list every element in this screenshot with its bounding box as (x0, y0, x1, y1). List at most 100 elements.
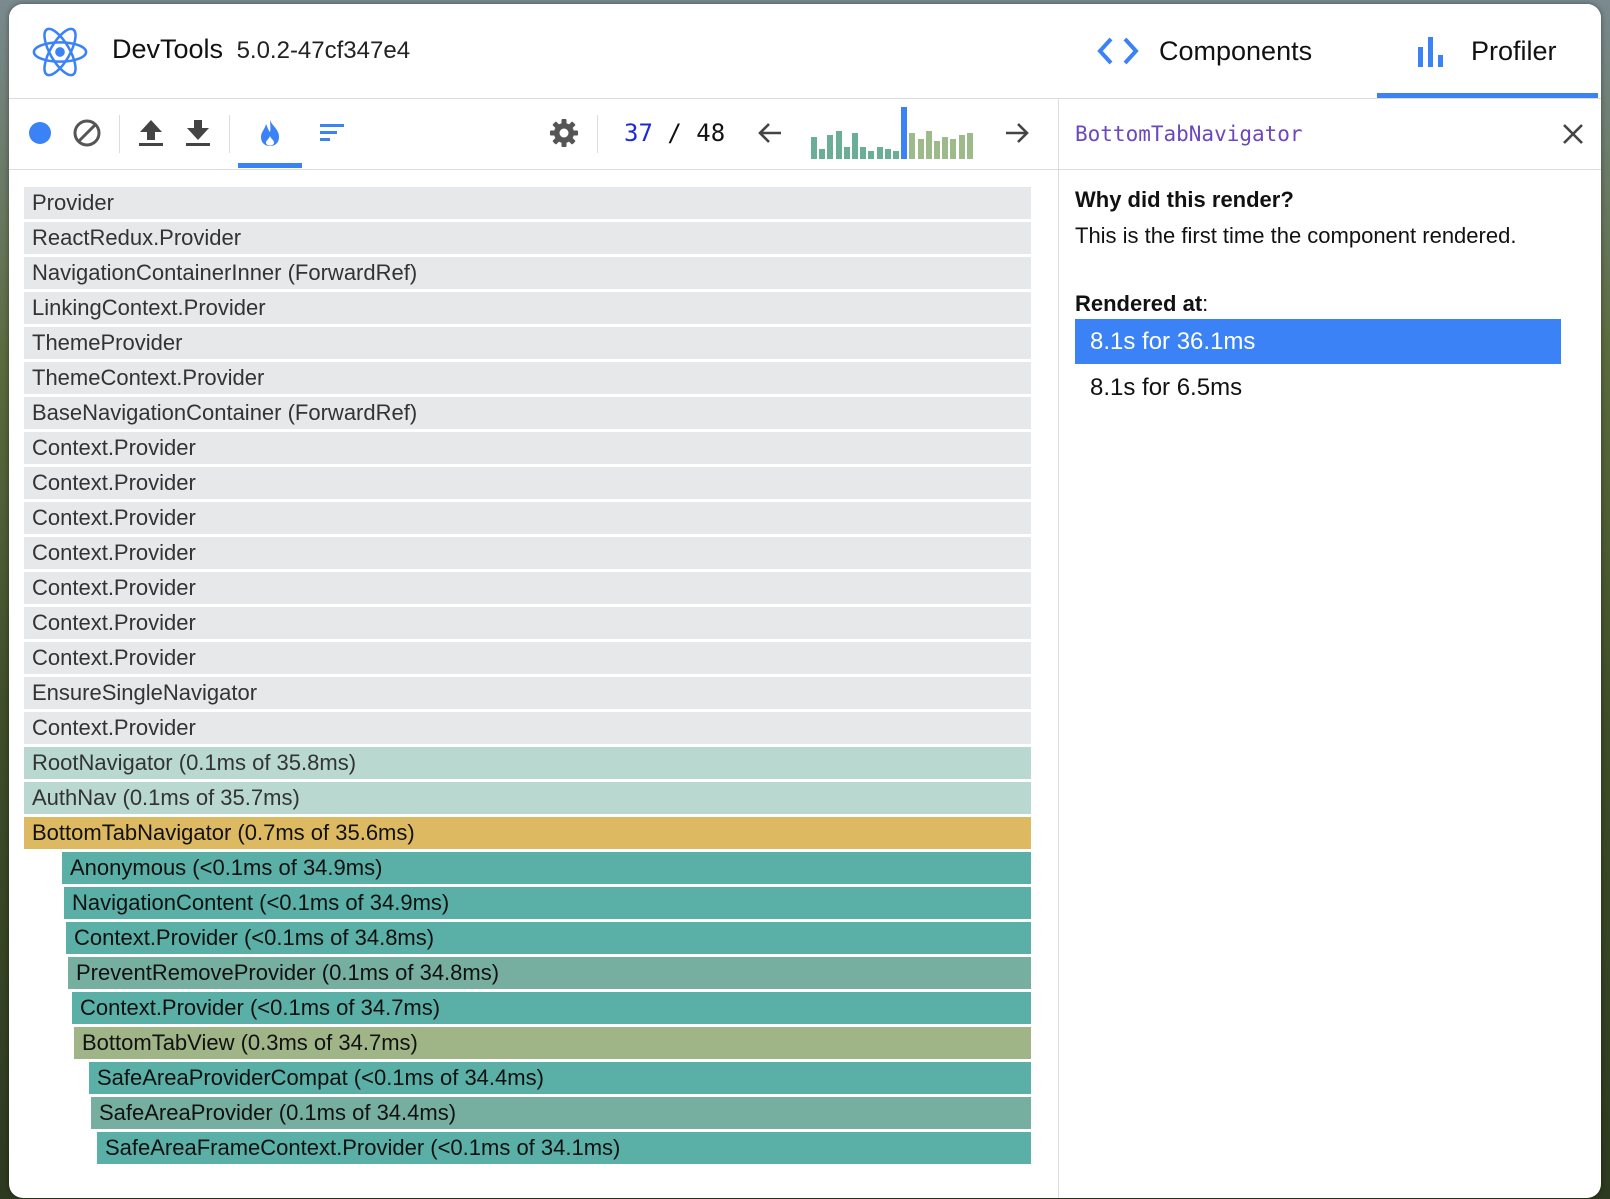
render-list-item[interactable]: 8.1s for 36.1ms (1075, 319, 1561, 364)
flamegraph-row[interactable]: Anonymous (<0.1ms of 34.9ms) (62, 852, 1031, 884)
flamegraph: Provider ReactRedux.Provider NavigationCon… (24, 187, 1031, 1187)
flamegraph-row[interactable]: Context.Provider (24, 537, 1031, 569)
commit-bar[interactable] (852, 133, 858, 159)
code-brackets-icon (1097, 37, 1139, 65)
sidebar-header: BottomTabNavigator (1059, 99, 1601, 170)
flamegraph-row[interactable]: NavigationContent (<0.1ms of 34.9ms) (64, 887, 1031, 919)
why-render-text: This is the first time the component ren… (1075, 223, 1517, 248)
load-profile-button[interactable] (133, 115, 169, 151)
flamegraph-row[interactable]: PreventRemoveProvider (0.1ms of 34.8ms) (68, 957, 1031, 989)
flamegraph-row[interactable]: ThemeProvider (24, 327, 1031, 359)
ranked-view-button[interactable] (314, 115, 350, 151)
app-title: DevTools 5.0.2-47cf347e4 (112, 34, 410, 65)
record-button[interactable] (22, 115, 58, 151)
toolbar-divider (119, 115, 120, 153)
commit-bar[interactable] (958, 135, 965, 159)
profiler-main-pane: 37 / 48 Provider ReactRedux.Provider Navig… (9, 99, 1058, 1198)
commit-bar[interactable] (811, 137, 817, 159)
commit-separator: / (652, 119, 697, 147)
flamegraph-row[interactable]: SafeAreaProviderCompat (<0.1ms of 34.4ms… (89, 1062, 1031, 1094)
close-icon (1563, 124, 1583, 144)
flamegraph-row[interactable]: Context.Provider (24, 572, 1031, 604)
tab-profiler[interactable]: Profiler (1377, 4, 1598, 98)
commit-bar[interactable] (925, 131, 932, 159)
rendered-at-heading: Rendered at: (1075, 291, 1208, 317)
flamegraph-row[interactable]: BaseNavigationContainer (ForwardRef) (24, 397, 1031, 429)
commit-bar[interactable] (868, 151, 875, 159)
flamegraph-row[interactable]: NavigationContainerInner (ForwardRef) (24, 257, 1031, 289)
commit-bar[interactable] (909, 133, 916, 159)
flamegraph-row[interactable]: BottomTabView (0.3ms of 34.7ms) (74, 1027, 1031, 1059)
rendered-at-colon: : (1202, 291, 1209, 316)
flamegraph-row[interactable]: LinkingContext.Provider (24, 292, 1031, 324)
commit-bar[interactable] (893, 151, 899, 159)
commit-bar[interactable] (860, 147, 867, 159)
arrow-right-icon (1006, 123, 1029, 143)
flamegraph-row[interactable]: SafeAreaFrameContext.Provider (<0.1ms of… (97, 1132, 1031, 1164)
commit-bar[interactable] (950, 139, 957, 159)
tab-profiler-label: Profiler (1471, 35, 1557, 66)
commit-bar-selected[interactable] (901, 107, 908, 159)
previous-commit-button[interactable] (752, 115, 788, 151)
download-icon (186, 120, 210, 146)
commit-bar[interactable] (917, 139, 924, 159)
sidebar-panel: BottomTabNavigator Why did this render? … (1058, 99, 1601, 1198)
arrow-left-icon (758, 123, 781, 143)
active-view-indicator (238, 163, 302, 168)
flamegraph-row[interactable]: Context.Provider (24, 432, 1031, 464)
toolbar-divider (229, 115, 230, 153)
flamegraph-row[interactable]: RootNavigator (0.1ms of 35.8ms) (24, 747, 1031, 779)
flamegraph-row[interactable]: ThemeContext.Provider (24, 362, 1031, 394)
commit-current: 37 (624, 119, 653, 147)
record-icon (29, 122, 51, 144)
ranked-chart-icon (320, 124, 344, 141)
flamegraph-row[interactable]: Context.Provider (<0.1ms of 34.8ms) (66, 922, 1031, 954)
selected-component-name: BottomTabNavigator (1075, 122, 1303, 146)
flamegraph-row[interactable]: AuthNav (0.1ms of 35.7ms) (24, 782, 1031, 814)
why-render-heading: Why did this render? (1075, 187, 1294, 212)
commit-bar[interactable] (876, 147, 883, 159)
commit-counter: 37 / 48 (624, 119, 725, 147)
rendered-at-label: Rendered at (1075, 291, 1203, 316)
app-name: DevTools (112, 34, 224, 64)
commit-bar[interactable] (819, 149, 826, 159)
render-list-item[interactable]: 8.1s for 6.5ms (1075, 365, 1561, 410)
next-commit-button[interactable] (999, 115, 1035, 151)
tab-components[interactable]: Components (1097, 4, 1312, 98)
flamegraph-row[interactable]: Context.Provider (24, 502, 1031, 534)
react-logo-icon (32, 27, 88, 77)
flamegraph-row-selected[interactable]: BottomTabNavigator (0.7ms of 35.6ms) (24, 817, 1031, 849)
commit-bar[interactable] (827, 135, 834, 159)
flamegraph-row[interactable]: Context.Provider (24, 642, 1031, 674)
settings-button[interactable] (546, 115, 582, 151)
commit-bar[interactable] (884, 149, 891, 159)
commit-bar[interactable] (934, 141, 940, 159)
bar-chart-icon (1418, 37, 1443, 67)
flamegraph-row[interactable]: Context.Provider (24, 607, 1031, 639)
commit-selector-chart[interactable] (801, 107, 977, 167)
tab-components-label: Components (1159, 35, 1313, 66)
flamegraph-view-button[interactable] (252, 115, 288, 151)
flamegraph-row[interactable]: ReactRedux.Provider (24, 222, 1031, 254)
flamegraph-row[interactable]: SafeAreaProvider (0.1ms of 34.4ms) (91, 1097, 1031, 1129)
flamegraph-row[interactable]: EnsureSingleNavigator (24, 677, 1031, 709)
commit-bar[interactable] (966, 133, 973, 159)
commit-total: 48 (696, 119, 726, 147)
flamegraph-row[interactable]: Context.Provider (<0.1ms of 34.7ms) (72, 992, 1031, 1024)
app-version: 5.0.2-47cf347e4 (236, 37, 411, 64)
close-sidebar-button[interactable] (1556, 117, 1590, 151)
devtools-window: DevTools 5.0.2-47cf347e4 Components Prof… (9, 4, 1601, 1198)
commit-bar[interactable] (942, 137, 949, 159)
clear-button[interactable] (69, 115, 105, 151)
app-header: DevTools 5.0.2-47cf347e4 Components Prof… (9, 4, 1601, 99)
flamegraph-row[interactable]: Context.Provider (24, 712, 1031, 744)
flame-icon (261, 120, 279, 146)
flamegraph-row[interactable]: Context.Provider (24, 467, 1031, 499)
toolbar-divider (597, 115, 598, 153)
commit-bar[interactable] (843, 147, 850, 159)
flamegraph-row[interactable]: Provider (24, 187, 1031, 219)
gear-icon (550, 119, 578, 147)
upload-icon (139, 120, 163, 146)
save-profile-button[interactable] (180, 115, 216, 151)
commit-bar[interactable] (835, 131, 842, 159)
